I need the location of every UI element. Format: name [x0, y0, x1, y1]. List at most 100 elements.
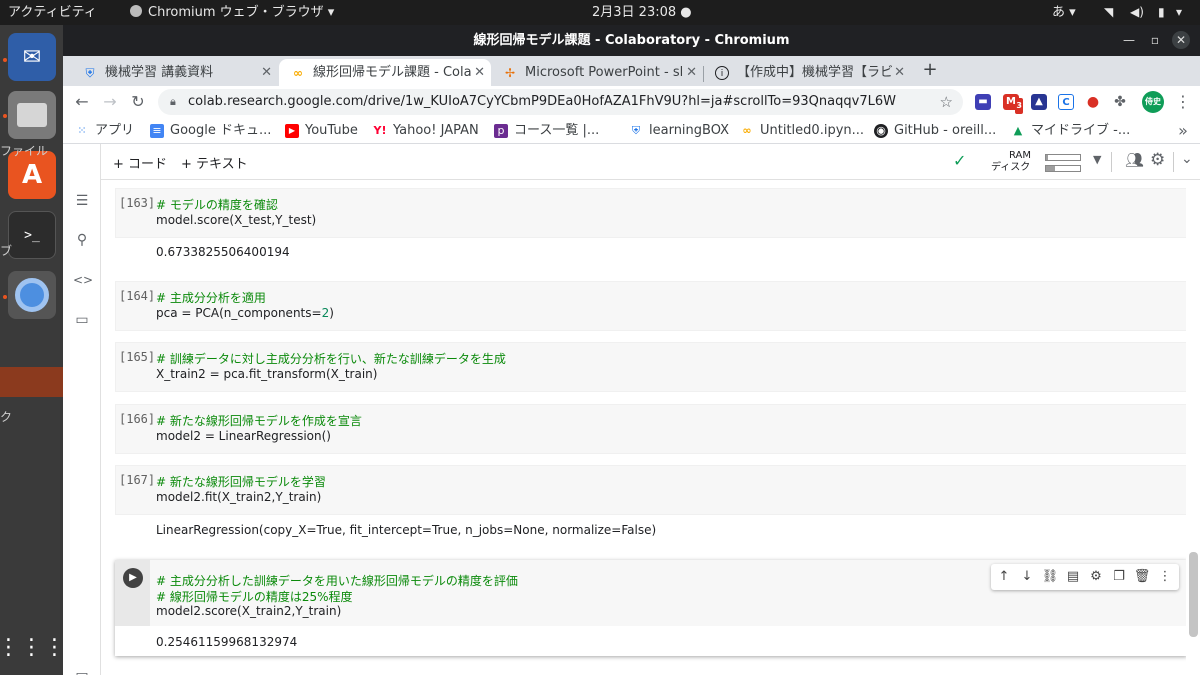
thunderbird-icon[interactable]: ✉: [8, 33, 56, 81]
more-options-icon[interactable]: ⋮: [1156, 568, 1174, 586]
bookmark-apps[interactable]: ⁙ アプリ: [75, 118, 134, 144]
tab-strip: ⛨ 機械学習 講義資料 ✕ ∞ 線形回帰モデル課題 - Cola ✕ ✢ Mic…: [63, 56, 1200, 86]
clock[interactable]: 2月3日 23:08 ●: [592, 0, 692, 25]
code-editor[interactable]: [167] # 新たな線形回帰モデルを学習 model2.fit(X_train…: [115, 465, 1186, 515]
activities-button[interactable]: アクティビティ: [8, 0, 97, 25]
code-line: # 訓練データに対し主成分分析を行い、新たな訓練データを生成: [156, 352, 506, 366]
wifi-icon[interactable]: ◥: [1104, 0, 1113, 25]
terminal-icon[interactable]: >_: [8, 211, 56, 259]
colab-icon: ∞: [293, 66, 303, 80]
show-applications-icon[interactable]: ⋮⋮⋮: [0, 623, 66, 671]
maximize-icon[interactable]: ▫: [1146, 31, 1164, 49]
chromium-glyph-icon: [15, 278, 49, 312]
code-line: # 新たな線形回帰モデルを作成を宣言: [156, 414, 362, 428]
gmail-badge: 3: [1015, 98, 1023, 114]
tab-ml-draft[interactable]: i 【作成中】機械学習【ラビ ✕: [703, 59, 911, 86]
forward-icon[interactable]: →: [100, 92, 120, 112]
code-line: model2 = LinearRegression(): [156, 429, 331, 443]
dock-highlight: [0, 367, 63, 397]
collapse-header-icon[interactable]: ⌄: [1181, 151, 1193, 167]
extension-c-icon[interactable]: C: [1058, 94, 1074, 110]
code-line: pca = PCA(n_components=2): [156, 306, 334, 320]
minimize-icon[interactable]: —: [1120, 31, 1138, 49]
reload-icon[interactable]: ↻: [128, 92, 148, 112]
code-cell[interactable]: [165] # 訓練データに対し主成分分析を行い、新たな訓練データを生成 X_t…: [115, 342, 1186, 392]
connected-check-icon: ✓: [953, 151, 967, 170]
close-icon[interactable]: ✕: [894, 59, 905, 86]
colab-sidebar: ☰ ⚲ <> ▭ ▤: [63, 144, 101, 675]
bookmark-github[interactable]: ◉ GitHub - oreill...: [874, 118, 996, 144]
scholar-icon[interactable]: ▲: [1031, 94, 1047, 110]
bookmark-youtube[interactable]: ▶ YouTube: [285, 118, 358, 144]
code-token: pca = PCA(n_components=: [156, 306, 322, 320]
terminal-panel-icon[interactable]: ▤: [73, 669, 91, 675]
new-tab-button[interactable]: +: [919, 59, 941, 80]
volume-icon[interactable]: ◀): [1130, 0, 1144, 25]
window-title: 線形回帰モデル課題 - Colaboratory - Chromium: [473, 33, 790, 48]
comment-icon[interactable]: ▤: [1064, 568, 1082, 586]
bookmark-yahoo[interactable]: Y! Yahoo! JAPAN: [373, 118, 479, 144]
link-icon[interactable]: ⛓: [1041, 568, 1059, 586]
bookmark-google-docs[interactable]: ≡ Google ドキュ...: [150, 118, 271, 144]
close-icon[interactable]: ✕: [261, 59, 272, 86]
input-method-menu[interactable]: あ ▾: [1052, 0, 1076, 25]
cell-settings-icon[interactable]: ⚙: [1087, 568, 1105, 586]
code-cell[interactable]: [163] # モデルの精度を確認 model.score(X_test,Y_t…: [115, 188, 1186, 259]
code-token: ): [329, 306, 334, 320]
delete-icon[interactable]: 🗑︎: [1133, 568, 1151, 586]
profile-avatar[interactable]: 侍史: [1142, 91, 1164, 113]
system-top-bar: アクティビティ Chromium ウェブ・ブラウザ ▾ 2月3日 23:08 ●…: [0, 0, 1200, 25]
settings-gear-icon[interactable]: ⚙: [1150, 150, 1165, 170]
search-icon[interactable]: ⚲: [73, 231, 91, 249]
code-cell[interactable]: [166] # 新たな線形回帰モデルを作成を宣言 model2 = Linear…: [115, 404, 1186, 454]
github-icon: ◉: [874, 124, 888, 138]
close-icon[interactable]: ✕: [686, 59, 697, 86]
code-cell[interactable]: [164] # 主成分分析を適用 pca = PCA(n_components=…: [115, 281, 1186, 331]
record-icon[interactable]: ●: [1085, 94, 1101, 110]
add-code-button[interactable]: + コード: [113, 153, 167, 172]
bookmarks-overflow-icon[interactable]: »: [1173, 121, 1193, 141]
back-icon[interactable]: ←: [72, 92, 92, 112]
bookmark-course-list[interactable]: p コース一覧 |...: [494, 118, 599, 144]
tab-colab[interactable]: ∞ 線形回帰モデル課題 - Cola ✕: [279, 59, 491, 86]
bookmark-my-drive[interactable]: ▲ マイドライブ -...: [1011, 118, 1130, 144]
resources-dropdown-icon[interactable]: ▼: [1093, 153, 1101, 166]
code-editor[interactable]: [164] # 主成分分析を適用 pca = PCA(n_components=…: [115, 281, 1186, 331]
scrollbar[interactable]: [1189, 552, 1198, 637]
tab-lecture[interactable]: ⛨ 機械学習 講義資料 ✕: [71, 59, 278, 86]
move-up-icon[interactable]: ↑: [995, 568, 1013, 586]
bookmark-star-icon[interactable]: ☆: [940, 89, 953, 115]
run-cell-button[interactable]: ▶: [123, 568, 143, 588]
code-editor[interactable]: [163] # モデルの精度を確認 model.score(X_test,Y_t…: [115, 188, 1186, 238]
code-editor[interactable]: [166] # 新たな線形回帰モデルを作成を宣言 model2 = Linear…: [115, 404, 1186, 454]
code-cell[interactable]: [167] # 新たな線形回帰モデルを学習 model2.fit(X_train…: [115, 465, 1186, 537]
system-menu-icon[interactable]: ▾: [1176, 0, 1182, 25]
tab-powerpoint[interactable]: ✢ Microsoft PowerPoint - sl ✕: [491, 59, 703, 86]
bookmark-untitled0[interactable]: ∞ Untitled0.ipyn...: [740, 118, 864, 144]
bookmark-learningbox[interactable]: ⛨ learningBOX: [629, 118, 729, 144]
resource-monitor[interactable]: RAM ディスク: [991, 150, 1031, 174]
tab-label: 【作成中】機械学習【ラビ: [737, 65, 894, 80]
bookmark-label: アプリ: [95, 123, 135, 138]
code-snippets-icon[interactable]: <>: [73, 271, 93, 289]
move-down-icon[interactable]: ↓: [1018, 568, 1036, 586]
extensions-puzzle-icon[interactable]: ✤: [1112, 94, 1128, 110]
share-people-icon[interactable]: 👥︎: [1125, 151, 1144, 169]
code-editor[interactable]: [165] # 訓練データに対し主成分分析を行い、新たな訓練データを生成 X_t…: [115, 342, 1186, 392]
code-line: model2.score(X_train2,Y_train): [156, 604, 342, 618]
gmail-icon[interactable]: M3: [1003, 94, 1023, 114]
code-line: # 線形回帰モデルの精度は25%程度: [156, 590, 353, 604]
mirror-cell-icon[interactable]: ❐: [1110, 568, 1128, 586]
address-bar[interactable]: 🔒︎ colab.research.google.com/drive/1w_KU…: [158, 89, 963, 115]
battery-icon[interactable]: ▮: [1158, 0, 1165, 25]
chromium-icon[interactable]: [8, 271, 56, 319]
files-folder-icon[interactable]: ▭: [73, 311, 91, 329]
close-icon[interactable]: ✕: [1172, 31, 1190, 49]
kebab-menu-icon[interactable]: ⋮: [1173, 92, 1193, 112]
close-icon[interactable]: ✕: [474, 59, 485, 86]
toc-icon[interactable]: ☰: [73, 192, 91, 210]
app-menu[interactable]: Chromium ウェブ・ブラウザ ▾: [130, 0, 334, 25]
extension-icon[interactable]: ▬: [975, 94, 991, 110]
files-icon[interactable]: [8, 91, 56, 139]
add-text-button[interactable]: + テキスト: [181, 153, 248, 172]
